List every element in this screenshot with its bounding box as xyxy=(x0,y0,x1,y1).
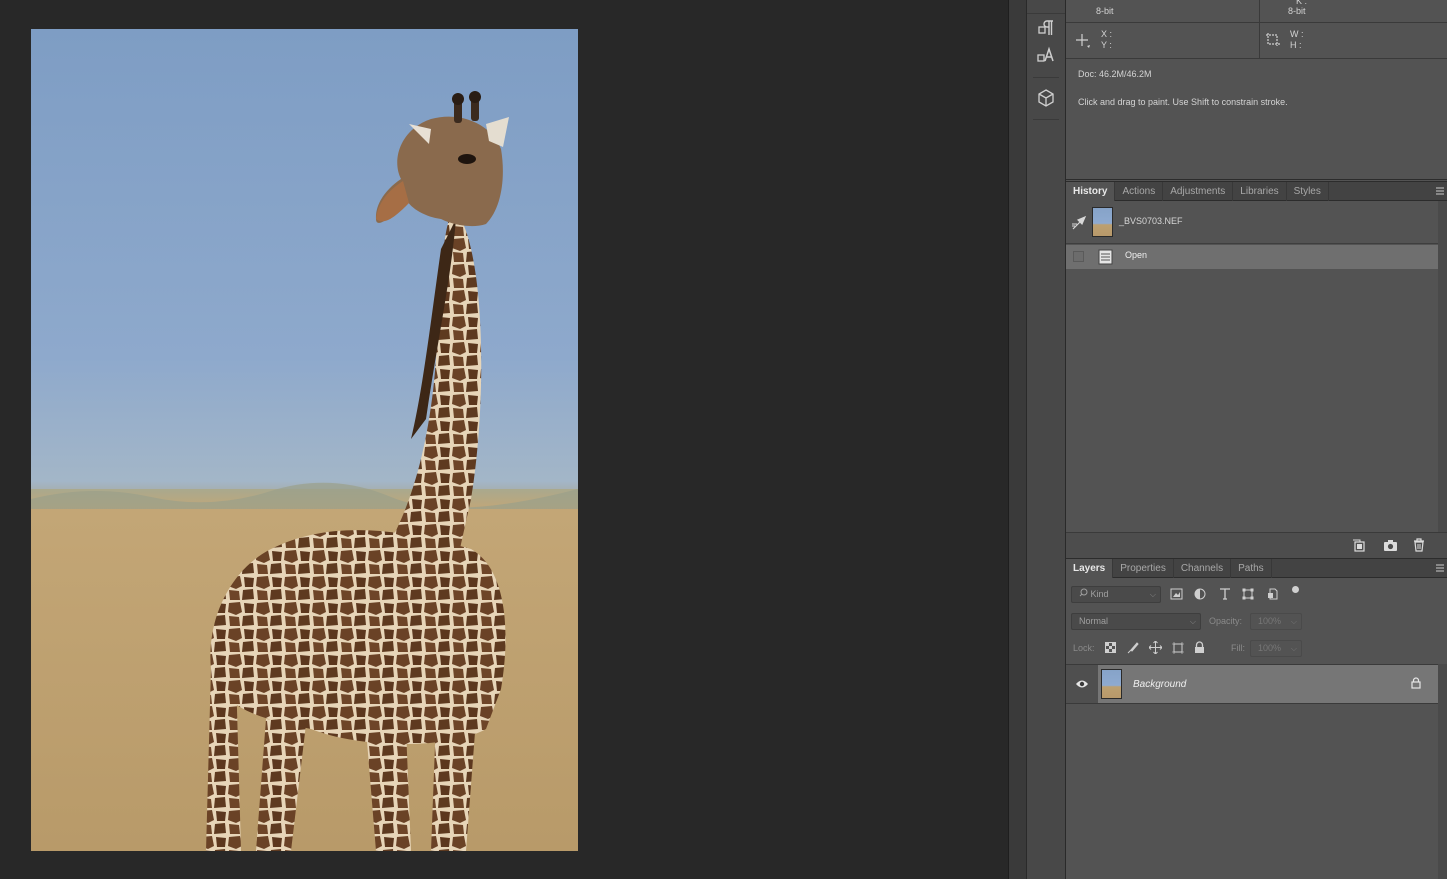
history-footer xyxy=(1066,532,1447,558)
tab-history[interactable]: History xyxy=(1066,182,1116,201)
opacity-value: 100% xyxy=(1258,616,1282,626)
lock-artboard-icon[interactable] xyxy=(1172,642,1184,657)
tool-hint: Click and drag to paint. Use Shift to co… xyxy=(1078,97,1288,107)
document-canvas[interactable] xyxy=(0,0,1008,879)
doc-size: Doc: 46.2M/46.2M xyxy=(1078,69,1152,79)
history-scrollbar[interactable] xyxy=(1438,201,1447,532)
tab-styles[interactable]: Styles xyxy=(1287,182,1329,201)
panel-icon-column xyxy=(1026,0,1066,879)
history-state-checkbox[interactable] xyxy=(1073,251,1084,262)
fill-field[interactable]: 100% ⌵ xyxy=(1250,640,1302,657)
filter-pixel-icon[interactable] xyxy=(1170,588,1183,603)
new-document-from-state-icon[interactable] xyxy=(1352,539,1366,555)
blend-mode-select[interactable]: Normal ⌵ xyxy=(1071,613,1201,630)
layer-filter-kind: Kind xyxy=(1090,589,1109,599)
history-panel: _BVS0703.NEF Open xyxy=(1066,201,1447,532)
tab-paths[interactable]: Paths xyxy=(1231,559,1272,578)
blend-mode-value: Normal xyxy=(1079,616,1109,626)
giraffe-photo[interactable] xyxy=(31,29,578,851)
lock-label: Lock: xyxy=(1073,643,1095,653)
tab-channels[interactable]: Channels xyxy=(1174,559,1232,578)
right-panels: 8-bit K : 8-bit X : Y : W : H : Doc: 46.… xyxy=(1066,0,1447,879)
lock-transparent-pixels-icon[interactable] xyxy=(1105,642,1116,656)
y-label: Y : xyxy=(1101,40,1112,50)
info-right-bits: 8-bit xyxy=(1288,6,1306,16)
history-snapshot[interactable]: _BVS0703.NEF xyxy=(1066,201,1438,244)
selection-size-icon xyxy=(1265,32,1281,51)
w-label: W : xyxy=(1290,29,1304,39)
filter-type-icon[interactable] xyxy=(1219,588,1231,603)
lock-all-icon[interactable] xyxy=(1194,641,1205,657)
filter-smart-object-icon[interactable] xyxy=(1267,588,1279,603)
history-state-label: Open xyxy=(1125,250,1148,260)
tab-adjustments[interactable]: Adjustments xyxy=(1163,182,1234,201)
layer-name: Background xyxy=(1133,679,1187,690)
paragraph-panel-icon[interactable] xyxy=(1027,14,1065,42)
panel-menu-icon[interactable] xyxy=(1435,186,1445,196)
tab-properties[interactable]: Properties xyxy=(1113,559,1174,578)
lock-position-icon[interactable] xyxy=(1148,640,1163,657)
snapshot-thumbnail xyxy=(1092,207,1113,237)
layers-panel: Kind ⌵ Normal ⌵ Opacity: 100% ⌵ Lock: Fi… xyxy=(1066,578,1447,879)
history-state-open[interactable]: Open xyxy=(1066,245,1438,269)
chevron-down-icon: ⌵ xyxy=(1290,644,1297,653)
lock-image-pixels-icon[interactable] xyxy=(1127,642,1139,657)
character-panel-icon[interactable] xyxy=(1027,42,1065,70)
document-state-icon xyxy=(1098,249,1113,268)
layer-filter-select[interactable]: Kind ⌵ xyxy=(1071,586,1161,603)
opacity-label: Opacity: xyxy=(1209,616,1243,626)
tab-actions[interactable]: Actions xyxy=(1115,182,1164,201)
filter-adjustment-icon[interactable] xyxy=(1194,588,1206,603)
h-label: H : xyxy=(1290,40,1302,50)
filter-shape-icon[interactable] xyxy=(1242,588,1254,603)
lock-icon xyxy=(1411,677,1421,692)
tab-libraries[interactable]: Libraries xyxy=(1233,182,1287,201)
camera-snapshot-icon[interactable] xyxy=(1383,539,1398,555)
icon-column-grip[interactable] xyxy=(1027,0,1065,14)
layers-tabbar: Layers Properties Channels Paths xyxy=(1066,558,1447,578)
layer-thumbnail xyxy=(1101,669,1122,699)
snapshot-name: _BVS0703.NEF xyxy=(1119,216,1183,226)
chevron-down-icon: ⌵ xyxy=(1149,590,1156,599)
tab-layers[interactable]: Layers xyxy=(1066,559,1114,578)
history-tabbar: History Actions Adjustments Libraries St… xyxy=(1066,181,1447,201)
search-icon xyxy=(1079,587,1088,602)
filter-toggle-icon[interactable] xyxy=(1292,586,1299,593)
fill-label: Fill: xyxy=(1231,643,1245,653)
opacity-field[interactable]: 100% ⌵ xyxy=(1250,613,1302,630)
chevron-down-icon: ⌵ xyxy=(1290,617,1297,626)
layers-panel-menu-icon[interactable] xyxy=(1435,563,1445,573)
giraffe-illustration xyxy=(31,91,578,851)
3d-panel-icon[interactable] xyxy=(1027,84,1065,112)
trash-icon[interactable] xyxy=(1413,538,1425,555)
x-label: X : xyxy=(1101,29,1113,39)
layer-row-background[interactable]: Background xyxy=(1066,664,1438,704)
workspace-scrollbar[interactable] xyxy=(1008,0,1026,879)
history-brush-source-icon[interactable] xyxy=(1071,215,1087,234)
layers-scrollbar[interactable] xyxy=(1438,664,1447,879)
info-panel: 8-bit K : 8-bit X : Y : W : H : Doc: 46.… xyxy=(1066,0,1447,180)
crosshair-icon xyxy=(1075,33,1091,52)
eye-visibility-icon[interactable] xyxy=(1075,679,1089,692)
fill-value: 100% xyxy=(1258,643,1282,653)
chevron-down-icon: ⌵ xyxy=(1189,617,1196,626)
info-left-bits: 8-bit xyxy=(1096,6,1114,16)
